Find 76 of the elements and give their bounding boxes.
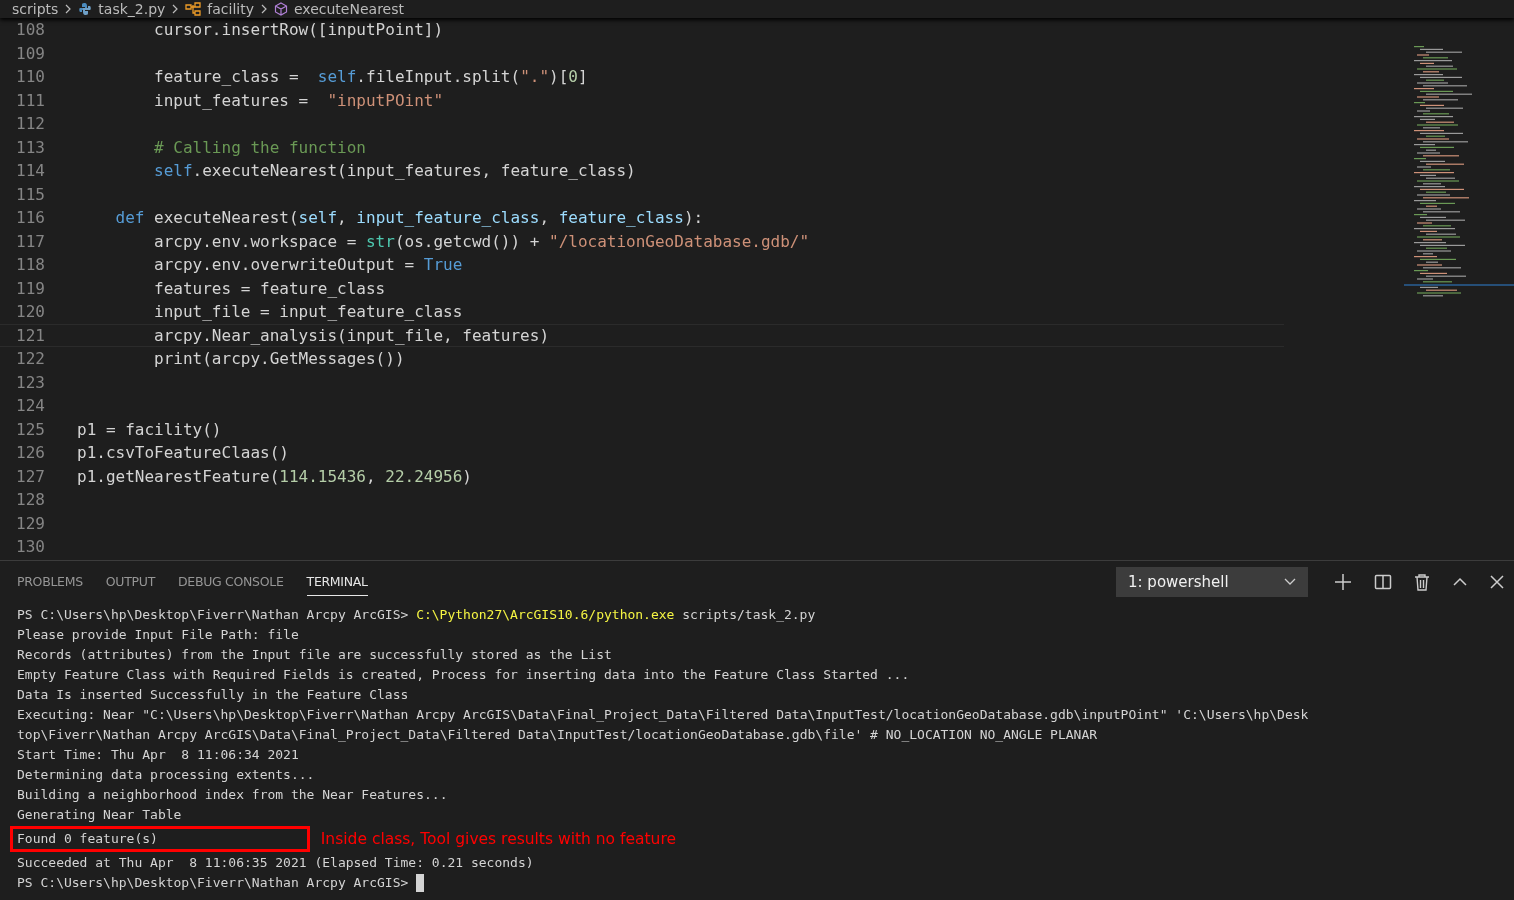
line-number: 129 (15, 513, 45, 533)
line-number: 108 (15, 20, 45, 40)
code-line: arcpy.Near_analysis(input_file, features) (153, 325, 549, 345)
terminal-command: C:\Python27\ArcGIS10.6/python.exe (416, 606, 675, 624)
line-number: 119 (15, 278, 45, 298)
terminal-output-line: Records (attributes) from the Input file are successfully stored as the List (17, 646, 612, 664)
code-line: p1 = facility() (77, 419, 222, 439)
code-line: input_features = "inputPOint" (153, 90, 444, 110)
line-number: 111 (15, 90, 45, 110)
code-line: p1.getNearestFeature(114.15436, 22.24956) (77, 466, 472, 486)
terminal-output-line: Empty Feature Class with Required Fields is created, Process for inserting data into the Feature Class Started ... (17, 666, 910, 684)
line-number: 120 (15, 302, 45, 322)
code-line: print(arcpy.GetMessages()) (153, 349, 405, 369)
line-number: 118 (15, 255, 45, 275)
chevron-down-icon[interactable] (1284, 578, 1296, 586)
terminal-select[interactable]: 1: powershell (1116, 567, 1308, 597)
line-number: 130 (15, 537, 45, 557)
terminal-cursor (416, 874, 425, 892)
panel-tab[interactable]: TERMINAL (306, 568, 368, 596)
line-number: 125 (15, 419, 45, 439)
panel-tab[interactable]: DEBUG CONSOLE (178, 568, 284, 596)
cube-icon (273, 2, 288, 16)
chevron-right-icon (64, 4, 73, 14)
line-number: 123 (15, 372, 45, 392)
line-number: 110 (15, 67, 45, 87)
chevron-right-icon (259, 4, 268, 14)
terminal-output-line: Executing: Near "C:\Users\hp\Desktop\Fiverr\Nathan Arcpy ArcGIS\Data\Final_Project_Data\Filtered Data\InputTest/locationGeoDatabase.gdb\inputPOint" 'C:\Users\hp\Desk (17, 706, 1309, 724)
close-icon[interactable] (1490, 575, 1504, 589)
line-number: 109 (15, 43, 45, 63)
code-line: p1.csvToFeatureClaas() (77, 443, 289, 463)
command-argument: scripts/task_2.py (682, 606, 816, 624)
line-number: 128 (15, 490, 45, 510)
terminal-output-line: top\Fiverr\Nathan Arcpy ArcGIS\Data\Final_Project_Data\Filtered Data\InputTest/locationGeoDatabase.gdb\file' # NO_LOCATION NO_ANGLE PLANAR (17, 726, 1098, 744)
line-number: 127 (15, 466, 45, 486)
code-line: arcpy.env.overwriteOutput = True (153, 255, 463, 275)
code-line: feature_class = self.fileInput.split(".")[0] (153, 67, 588, 87)
code-line: self.executeNearest(input_features, feature_class) (153, 161, 636, 181)
breadcrumb-item[interactable]: task_2.py (98, 1, 166, 17)
chevron-right-icon (171, 4, 180, 14)
terminal-prompt: PS C:\Users\hp\Desktop\Fiverr\Nathan Arcpy ArcGIS> (17, 606, 409, 624)
terminal-output-line: Succeeded at Thu Apr 8 11:06:35 2021 (Elapsed Time: 0.21 seconds) (17, 854, 534, 872)
annotation-text: Inside class, Tool gives results with no feature (320, 829, 676, 849)
breadcrumb-item[interactable]: scripts (12, 1, 59, 17)
line-number: 116 (15, 208, 45, 228)
terminal-output-line: Please provide Input File Path: file (17, 626, 299, 644)
python-icon (78, 2, 93, 16)
code-line: def executeNearest(self, input_feature_class, feature_class): (114, 208, 704, 228)
line-number: 113 (15, 137, 45, 157)
code-line: arcpy.env.workspace = str(os.getcwd()) + "/locationGeoDatabase.gdb/" (153, 231, 810, 251)
terminal-output-line: Data Is inserted Successfully in the Feature Class (17, 686, 409, 704)
terminal-prompt: PS C:\Users\hp\Desktop\Fiverr\Nathan Arcpy ArcGIS> (17, 874, 409, 892)
breadcrumb-item[interactable]: executeNearest (293, 1, 404, 17)
chevron-up-icon[interactable] (1452, 577, 1468, 587)
line-number: 115 (15, 184, 45, 204)
line-number: 117 (15, 231, 45, 251)
line-number: 124 (15, 396, 45, 416)
terminal-output-line: Building a neighborhood index from the Near Features... (17, 786, 448, 804)
split-icon[interactable] (1374, 573, 1392, 591)
code-line: features = feature_class (153, 278, 386, 298)
terminal-output-line: Generating Near Table (17, 806, 182, 824)
line-number: 114 (15, 161, 45, 181)
breadcrumb-item[interactable]: facility (207, 1, 254, 17)
trash-icon[interactable] (1414, 573, 1430, 591)
panel-tab[interactable]: OUTPUT (105, 568, 155, 596)
line-number: 126 (15, 443, 45, 463)
plus-icon[interactable] (1334, 573, 1352, 591)
code-line: cursor.insertRow([inputPoint]) (153, 20, 444, 40)
code-line: input_file = input_feature_class (153, 302, 463, 322)
line-number: 112 (15, 114, 45, 134)
terminal-output-line: Start Time: Thu Apr 8 11:06:34 2021 (17, 746, 299, 764)
terminal-output-line: Determining data processing extents... (17, 766, 315, 784)
code-line: # Calling the function (153, 137, 366, 157)
panel-tab[interactable]: PROBLEMS (17, 568, 83, 596)
line-number: 121 (15, 325, 45, 345)
line-number: 122 (15, 349, 45, 369)
class-icon (185, 2, 202, 16)
